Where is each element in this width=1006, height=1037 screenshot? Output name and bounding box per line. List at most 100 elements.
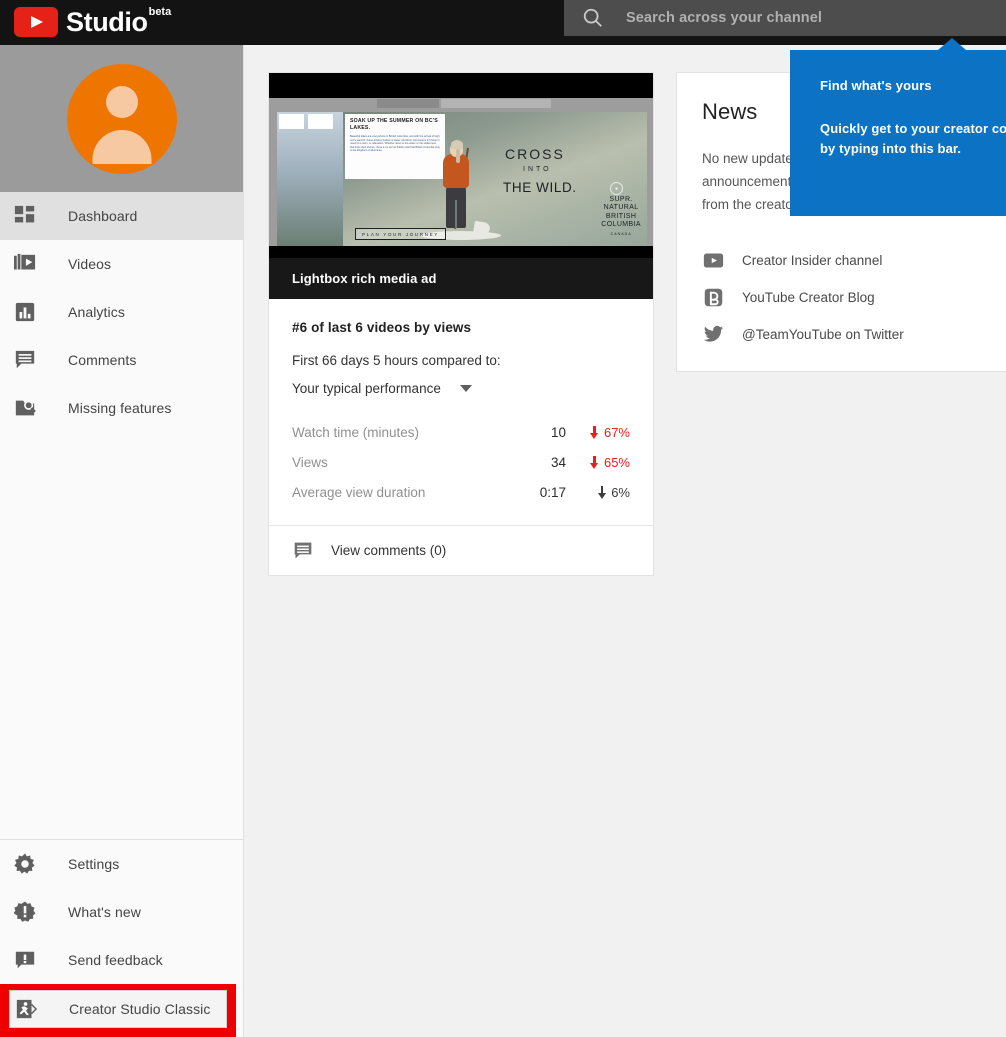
dashboard-grid-icon xyxy=(12,203,38,229)
youtube-play-icon xyxy=(702,250,724,272)
brand-name: Studio xyxy=(66,7,148,37)
video-title: Lightbox rich media ad xyxy=(269,258,653,299)
metric-delta: 65% xyxy=(566,455,630,470)
exclamation-badge-icon xyxy=(12,899,38,925)
brand-beta-badge: beta xyxy=(148,6,172,18)
arrow-down-icon xyxy=(597,485,606,499)
search-icon xyxy=(582,7,604,29)
news-link-label: YouTube Creator Blog xyxy=(742,290,875,305)
secondary-nav: Settings What's new Send feedback Creato… xyxy=(0,839,244,1037)
view-comments-button[interactable]: View comments (0) xyxy=(269,525,653,575)
videos-stack-icon xyxy=(12,251,38,277)
avatar-head xyxy=(105,85,138,118)
ad-side-panel xyxy=(277,112,343,246)
sidebar-item-whats-new[interactable]: What's new xyxy=(0,888,244,936)
tooltip-arrow xyxy=(938,38,966,50)
search-feature-tooltip: Find what's yours Quickly get to your cr… xyxy=(790,38,1006,216)
gear-icon xyxy=(12,851,38,877)
youtube-studio-dashboard: Studio beta Search across your channel D… xyxy=(0,0,1006,1037)
video-rank-line: #6 of last 6 videos by views xyxy=(292,320,472,335)
news-links-list: Creator Insider channel YouTube Creator … xyxy=(677,242,1006,353)
arrow-down-icon xyxy=(590,455,599,469)
video-card-body: #6 of last 6 videos by views First 66 da… xyxy=(269,299,653,525)
channel-banner xyxy=(0,45,243,192)
news-link-label: Creator Insider channel xyxy=(742,253,883,268)
browser-chrome-strip xyxy=(269,98,653,110)
ad-tagline-line2: INTO xyxy=(523,166,552,173)
avatar[interactable] xyxy=(66,63,177,174)
metric-row: Average view duration 0:17 6% xyxy=(292,477,630,507)
creator-studio-classic-highlight: Creator Studio Classic xyxy=(0,984,236,1037)
twitter-bird-icon xyxy=(702,324,724,346)
video-thumbnail[interactable]: SOAK UP THE SUMMER ON BC'S LAKES. Beauti… xyxy=(269,73,653,258)
blogger-b-icon xyxy=(702,287,724,309)
top-bar: Studio beta Search across your channel xyxy=(0,0,1006,45)
sidebar: Dashboard Videos Analytics Comments Miss… xyxy=(0,45,244,1037)
news-link-creator-blog[interactable]: YouTube Creator Blog xyxy=(677,279,1006,316)
ad-brand-lockup: SUPR. NATURAL BRITISH COLUMBIA CANADA xyxy=(601,196,641,238)
metric-label: Views xyxy=(292,454,328,470)
ad-thumb-card xyxy=(279,114,304,129)
ad-brand-line: NATURAL xyxy=(603,204,639,212)
metric-delta: 6% xyxy=(566,485,630,500)
primary-nav: Dashboard Videos Analytics Comments Miss… xyxy=(0,192,243,432)
view-comments-label: View comments (0) xyxy=(331,543,447,558)
metric-delta: 67% xyxy=(566,425,630,440)
sidebar-item-dashboard[interactable]: Dashboard xyxy=(0,192,243,240)
ad-badge-icon: ● xyxy=(610,182,623,195)
metrics-list: Watch time (minutes) 10 67% Views 34 65% xyxy=(292,417,630,525)
arrow-down-icon xyxy=(590,425,599,439)
sidebar-item-videos[interactable]: Videos xyxy=(0,240,243,288)
sidebar-item-label: Dashboard xyxy=(68,208,138,224)
ad-brand-line: SUPR. xyxy=(609,195,633,203)
sidebar-item-analytics[interactable]: Analytics xyxy=(0,288,243,336)
metric-row: Watch time (minutes) 10 67% xyxy=(292,417,630,447)
metric-delta-value: 67% xyxy=(603,424,630,440)
ad-paddleboarder-figure xyxy=(421,130,501,242)
news-link-teamyoutube-twitter[interactable]: @TeamYouTube on Twitter xyxy=(677,316,1006,353)
sidebar-item-comments[interactable]: Comments xyxy=(0,336,243,384)
sidebar-item-send-feedback[interactable]: Send feedback xyxy=(0,936,244,984)
sidebar-item-label: What's new xyxy=(68,904,141,920)
sidebar-item-label: Send feedback xyxy=(68,952,163,968)
browser-tab xyxy=(377,99,439,108)
analytics-bar-icon xyxy=(12,299,38,325)
ad-tagline-line1: CROSS xyxy=(505,146,565,162)
ad-tagline-line3: THE WILD. xyxy=(503,180,577,195)
lightbox-ad-creative: SOAK UP THE SUMMER ON BC'S LAKES. Beauti… xyxy=(277,112,647,246)
news-link-label: @TeamYouTube on Twitter xyxy=(742,327,904,342)
ad-brand-line: COLUMBIA xyxy=(601,221,641,229)
ad-cta-button: PLAN YOUR JOURNEY xyxy=(355,228,446,240)
metric-row: Views 34 65% xyxy=(292,447,630,477)
sidebar-item-missing-features[interactable]: Missing features xyxy=(0,384,243,432)
thumbnail-screenshot: SOAK UP THE SUMMER ON BC'S LAKES. Beauti… xyxy=(269,98,653,246)
metric-value: 34 xyxy=(550,454,566,470)
studio-brand[interactable]: Studio beta xyxy=(14,5,171,39)
news-link-creator-insider[interactable]: Creator Insider channel xyxy=(677,242,1006,279)
sidebar-item-settings[interactable]: Settings xyxy=(0,840,244,888)
comments-bubble-icon xyxy=(12,347,38,373)
feedback-bubble-icon xyxy=(12,947,38,973)
search-bar[interactable]: Search across your channel xyxy=(564,0,1006,36)
ad-brand-line: CANADA xyxy=(610,231,632,236)
figure-leg-gap xyxy=(455,200,457,228)
figure-hair xyxy=(451,140,463,149)
metric-value: 0:17 xyxy=(539,484,566,500)
avatar-body xyxy=(92,129,151,164)
comparison-period-line: First 66 days 5 hours compared to: xyxy=(292,353,501,368)
search-input-placeholder[interactable]: Search across your channel xyxy=(626,10,822,26)
comparison-dropdown[interactable]: Your typical performance xyxy=(292,381,630,396)
sidebar-item-label: Settings xyxy=(68,856,120,872)
ad-thumb-card xyxy=(308,114,333,129)
metric-value: 10 xyxy=(550,424,566,440)
sidebar-item-label: Missing features xyxy=(68,400,172,416)
comments-bubble-icon xyxy=(292,540,314,562)
sidebar-item-creator-studio-classic[interactable]: Creator Studio Classic xyxy=(9,990,227,1028)
metric-delta-value: 6% xyxy=(611,484,630,500)
figure-braid xyxy=(456,149,460,163)
paddle-blade xyxy=(473,220,491,235)
sidebar-item-label: Analytics xyxy=(68,304,125,320)
comparison-dropdown-value: Your typical performance xyxy=(292,381,441,396)
exit-runner-icon xyxy=(13,996,39,1022)
metric-label: Watch time (minutes) xyxy=(292,424,420,440)
